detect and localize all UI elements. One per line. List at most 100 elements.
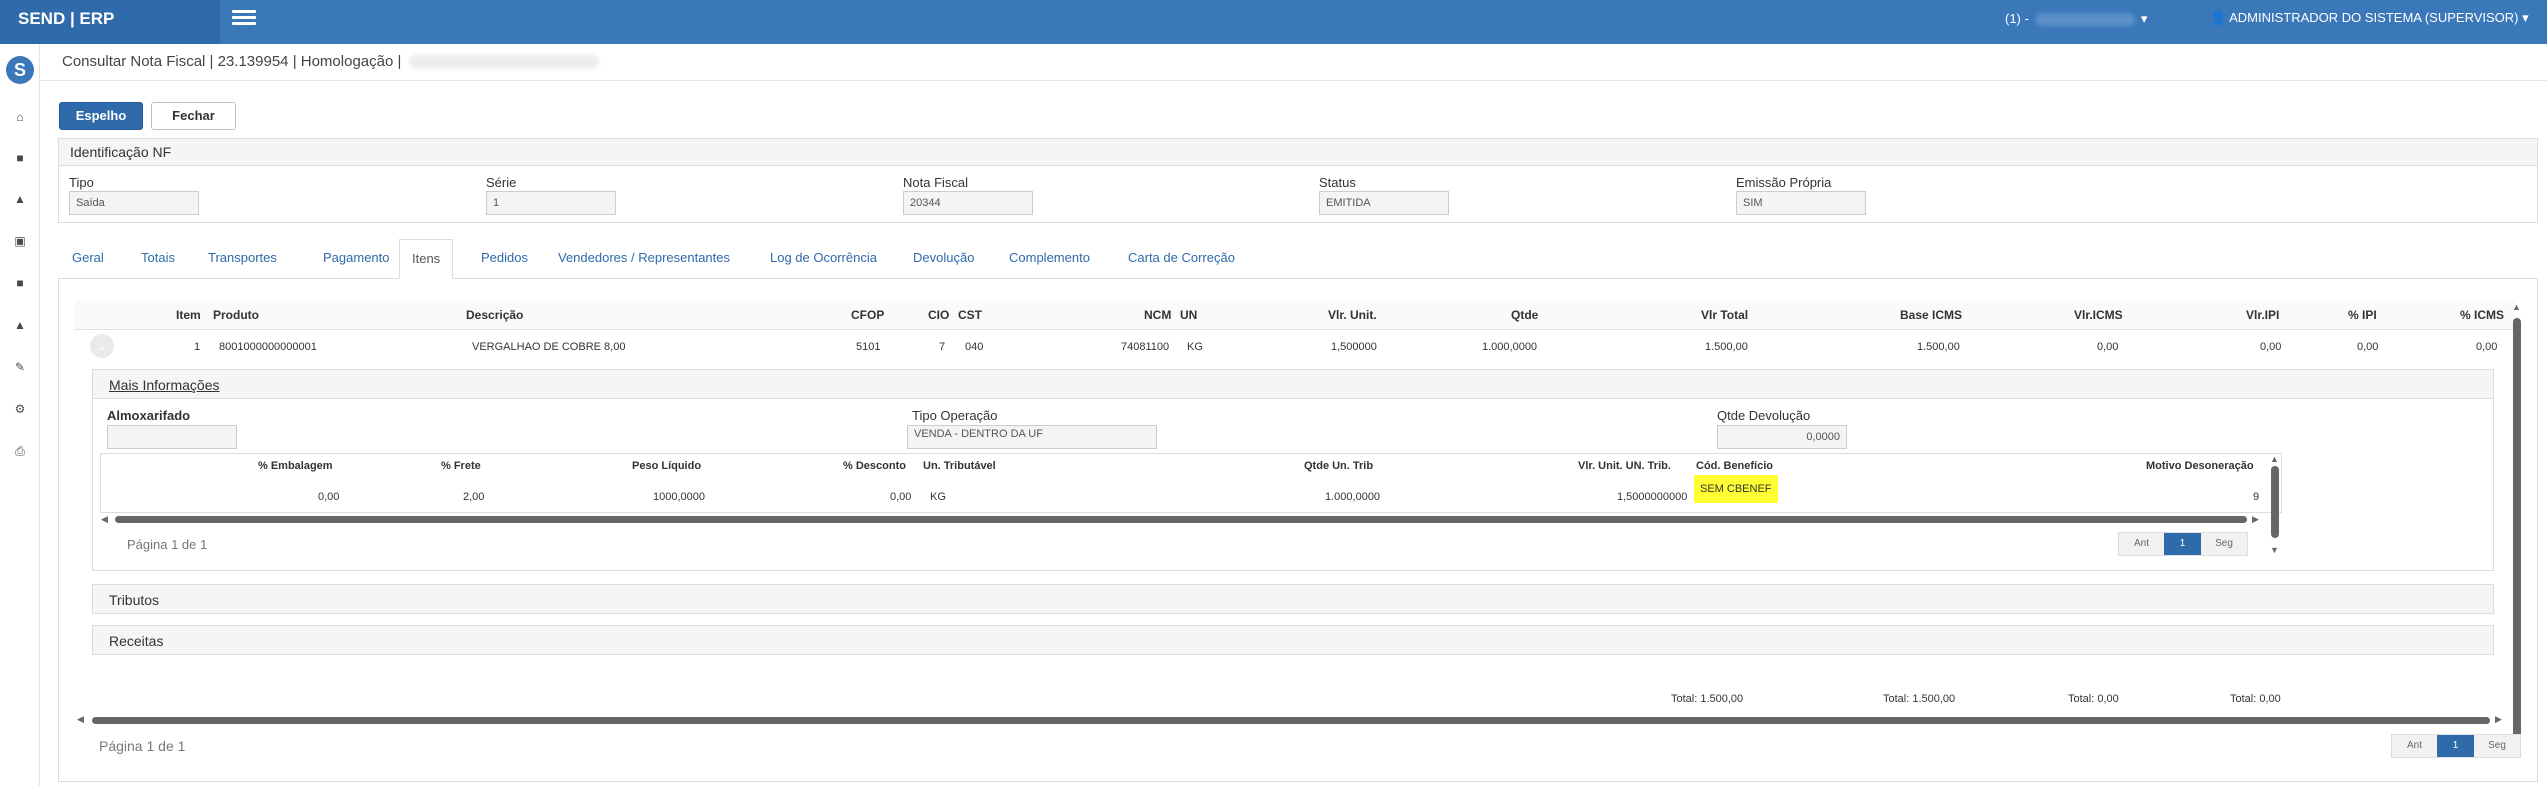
- total-vlr-icms: Total: 0,00: [2068, 693, 2119, 705]
- horizontal-scrollbar[interactable]: [115, 516, 2247, 523]
- page-1-button[interactable]: 1: [2437, 735, 2474, 757]
- cell-vlr-trib: 1,5000000000: [1617, 491, 1688, 503]
- qtde-dev-label: Qtde Devolução: [1717, 408, 1811, 423]
- inner-next-button[interactable]: Seg: [2201, 533, 2247, 555]
- tab-complemento[interactable]: Complemento: [997, 239, 1102, 279]
- col-cio[interactable]: CIO: [928, 308, 949, 322]
- more-info-title[interactable]: Mais Informações: [109, 377, 219, 393]
- app-logo-icon[interactable]: S: [6, 56, 34, 84]
- wrench-icon[interactable]: ✎: [9, 359, 31, 375]
- mirror-button[interactable]: Espelho: [59, 102, 143, 130]
- tab-pedidos[interactable]: Pedidos: [469, 239, 540, 279]
- col-embalagem[interactable]: % Embalagem: [258, 460, 333, 472]
- col-vlr-total[interactable]: Vlr Total: [1701, 308, 1748, 322]
- tipo-op-field: VENDA - DENTRO DA UF: [907, 425, 1157, 449]
- scroll-up-icon[interactable]: ▲: [2270, 454, 2279, 464]
- context-value-redacted: [2034, 13, 2135, 27]
- cell-descricao: VERGALHAO DE COBRE 8,00: [472, 341, 626, 353]
- more-info-header[interactable]: Mais Informações: [92, 369, 2494, 399]
- col-un-trib[interactable]: Un. Tributável: [923, 460, 996, 472]
- tab-bar: Geral Totais Transportes Pagamento Itens…: [58, 239, 2538, 279]
- tab-carta-correcao[interactable]: Carta de Correção: [1116, 239, 1247, 279]
- tax-details-table: [100, 453, 2282, 513]
- collapse-row-icon[interactable]: ⌄: [90, 334, 114, 358]
- scroll-right-icon[interactable]: ▶: [2252, 514, 2259, 525]
- user-icon: 👤: [2210, 10, 2227, 25]
- prev-button[interactable]: Ant: [2392, 735, 2437, 757]
- almox-field: [107, 425, 237, 449]
- inner-prev-button[interactable]: Ant: [2119, 533, 2164, 555]
- col-cst[interactable]: CST: [958, 308, 982, 322]
- col-frete[interactable]: % Frete: [441, 460, 481, 472]
- col-descricao[interactable]: Descrição: [466, 308, 523, 322]
- tab-devolucao[interactable]: Devolução: [901, 239, 986, 279]
- cogs-icon[interactable]: ⚙: [9, 401, 31, 417]
- close-button[interactable]: Fechar: [151, 102, 236, 130]
- col-pct-ipi[interactable]: % IPI: [2348, 308, 2377, 322]
- total-base-icms: Total: 1.500,00: [1883, 693, 1956, 705]
- grid-scroll-right-icon[interactable]: ▶: [2495, 714, 2502, 725]
- emissao-label: Emissão Própria: [1736, 175, 1832, 190]
- grid-horizontal-scrollbar[interactable]: [92, 717, 2490, 724]
- col-motivo[interactable]: Motivo Desoneração: [2146, 460, 2254, 472]
- tributos-section[interactable]: Tributos: [92, 584, 2494, 614]
- receitas-section[interactable]: Receitas: [92, 625, 2494, 655]
- vertical-scrollbar[interactable]: [2271, 466, 2279, 538]
- emissao-field: SIM: [1736, 191, 1866, 215]
- chevron-down-icon: ▾: [2522, 10, 2529, 25]
- col-un[interactable]: UN: [1180, 308, 1197, 322]
- user-menu[interactable]: 👤 ADMINISTRADOR DO SISTEMA (SUPERVISOR) …: [2210, 10, 2529, 26]
- tab-transportes[interactable]: Transportes: [196, 239, 289, 279]
- col-cod-benef[interactable]: Cód. Benefício: [1696, 460, 1773, 472]
- inner-page-1-button[interactable]: 1: [2164, 533, 2201, 555]
- tab-log[interactable]: Log de Ocorrência: [758, 239, 889, 279]
- chevron-down-icon: ▾: [2140, 11, 2148, 26]
- col-cfop[interactable]: CFOP: [851, 308, 884, 322]
- scroll-left-icon[interactable]: ◀: [101, 514, 108, 525]
- nota-label: Nota Fiscal: [903, 175, 969, 190]
- menu-toggle-icon[interactable]: [232, 7, 256, 29]
- col-produto[interactable]: Produto: [213, 308, 259, 322]
- brand-logo[interactable]: SEND | ERP: [0, 0, 220, 44]
- home-icon[interactable]: ⌂: [9, 109, 31, 125]
- col-base-icms[interactable]: Base ICMS: [1900, 308, 1962, 322]
- col-vlr-unit[interactable]: Vlr. Unit.: [1328, 308, 1377, 322]
- cell-un-trib: KG: [930, 491, 946, 503]
- grid-scroll-left-icon[interactable]: ◀: [77, 714, 84, 725]
- cell-peso: 1000,0000: [653, 491, 705, 503]
- road-icon[interactable]: ▲: [9, 317, 31, 333]
- tab-vendedores[interactable]: Vendedores / Representantes: [546, 239, 742, 279]
- col-pct-icms[interactable]: % ICMS: [2460, 308, 2504, 322]
- tab-pagamento[interactable]: Pagamento: [311, 239, 402, 279]
- tipo-field: Saída: [69, 191, 199, 215]
- inner-pagination: Ant 1 Seg: [2118, 532, 2248, 556]
- context-selector[interactable]: (1) - ▾: [2005, 11, 2147, 27]
- tab-totais[interactable]: Totais: [129, 239, 187, 279]
- col-ncm[interactable]: NCM: [1144, 308, 1171, 322]
- nota-field: 20344: [903, 191, 1033, 215]
- col-item[interactable]: Item: [176, 308, 201, 322]
- page-title-text: Consultar Nota Fiscal | 23.139954 | Homo…: [62, 53, 402, 70]
- truck-icon[interactable]: ■: [9, 150, 31, 166]
- col-peso[interactable]: Peso Líquido: [632, 460, 701, 472]
- tab-geral[interactable]: Geral: [60, 239, 116, 279]
- col-qtde[interactable]: Qtde: [1511, 308, 1538, 322]
- shipping-icon[interactable]: ■: [9, 275, 31, 291]
- col-vlr-ipi[interactable]: Vlr.IPI: [2246, 308, 2279, 322]
- next-button[interactable]: Seg: [2474, 735, 2520, 757]
- print-icon[interactable]: ⎙: [9, 443, 31, 459]
- col-vlr-icms[interactable]: Vlr.ICMS: [2074, 308, 2123, 322]
- col-qtde-trib[interactable]: Qtde Un. Trib: [1304, 460, 1373, 472]
- cell-pct-ipi: 0,00: [2357, 341, 2379, 353]
- cell-cst: 040: [965, 341, 984, 353]
- col-desconto[interactable]: % Desconto: [843, 460, 906, 472]
- cod-benef-highlight: SEM CBENEF: [1694, 475, 1778, 503]
- chart-icon[interactable]: ▲: [9, 191, 31, 207]
- tab-itens[interactable]: Itens: [399, 239, 454, 279]
- col-vlr-trib[interactable]: Vlr. Unit. UN. Trib.: [1578, 460, 1671, 472]
- card-icon[interactable]: ▣: [9, 233, 31, 249]
- grid-vertical-scrollbar[interactable]: [2513, 318, 2521, 742]
- grid-scroll-up-icon[interactable]: ▲: [2512, 302, 2521, 312]
- scroll-down-icon[interactable]: ▼: [2270, 545, 2279, 555]
- inner-page-info: Página 1 de 1: [127, 537, 208, 552]
